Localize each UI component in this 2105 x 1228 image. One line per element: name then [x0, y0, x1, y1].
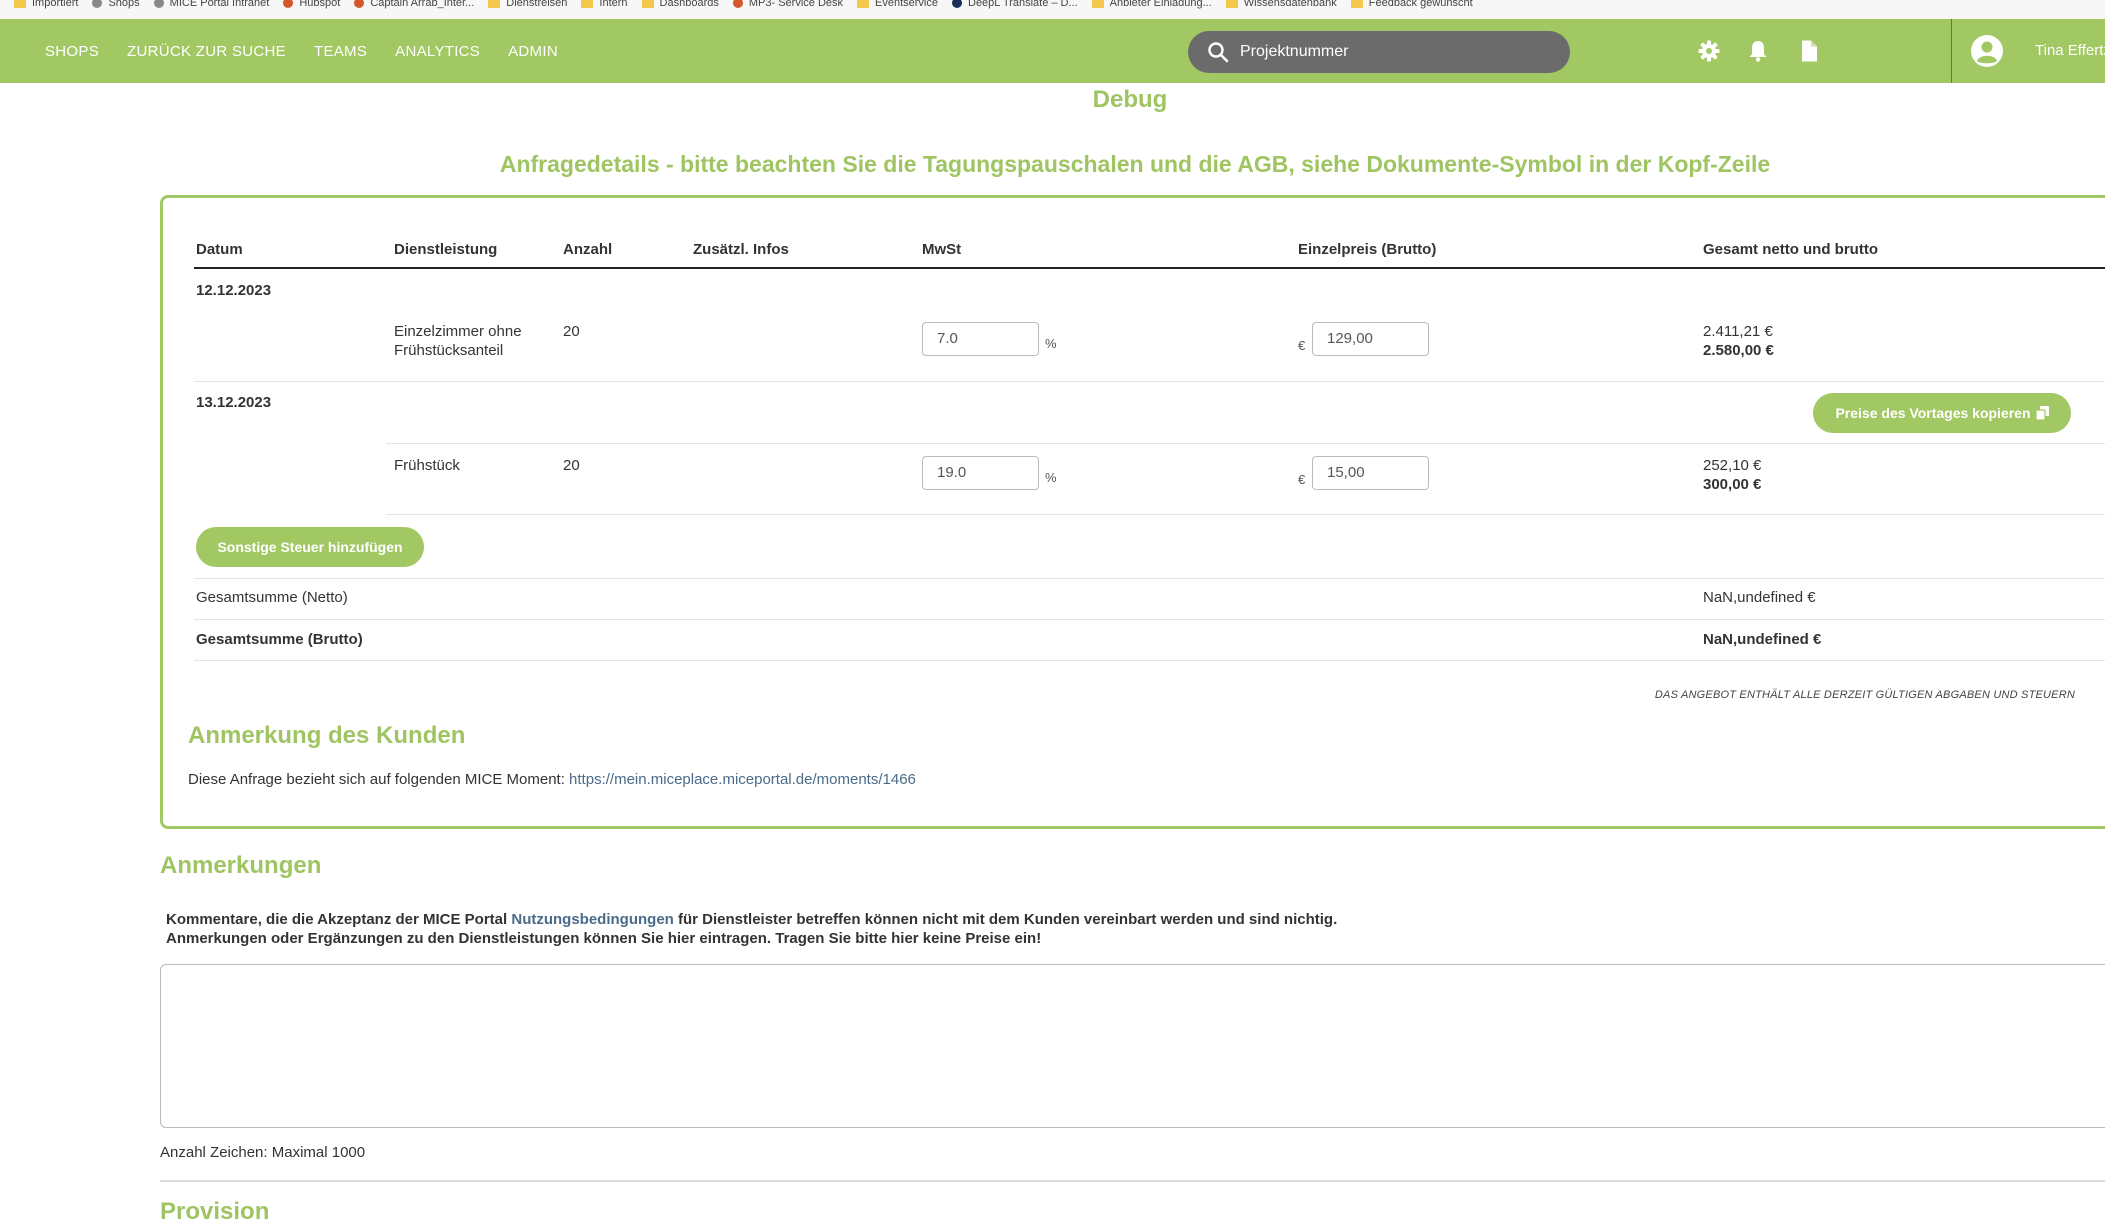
- service-count: 20: [563, 457, 580, 474]
- col-header-anzahl: Anzahl: [563, 241, 613, 258]
- gear-icon[interactable]: [1697, 39, 1721, 63]
- remarks-textarea[interactable]: [160, 964, 2105, 1128]
- remarks-terms-notice: Kommentare, die die Akzeptanz der MICE P…: [166, 911, 1338, 928]
- deepl-icon: [952, 0, 962, 8]
- currency-unit: €: [1298, 338, 1306, 353]
- customer-note-text: Diese Anfrage bezieht sich auf folgenden…: [188, 771, 916, 788]
- nav-link-admin[interactable]: ADMIN: [508, 43, 558, 60]
- site-icon: [153, 0, 164, 8]
- bookmark-item[interactable]: Hubspot: [283, 0, 340, 9]
- row-divider: [194, 660, 2105, 661]
- user-avatar-icon[interactable]: [1970, 34, 2004, 68]
- bookmark-item[interactable]: DeepL Translate – D...: [952, 0, 1078, 9]
- bookmark-item[interactable]: Importiert: [14, 0, 78, 9]
- add-other-tax-button[interactable]: Sonstige Steuer hinzufügen: [196, 527, 424, 567]
- bookmark-item[interactable]: Captain Arrab_Inter...: [354, 0, 474, 9]
- hubspot-icon: [283, 0, 294, 8]
- sum-brutto-label: Gesamtsumme (Brutto): [196, 631, 363, 648]
- bookmark-item[interactable]: Intern: [581, 0, 628, 9]
- bookmark-item[interactable]: Feedback gewünscht: [1350, 0, 1473, 9]
- col-header-dienstleistung: Dienstleistung: [394, 241, 498, 258]
- nav-link-shops[interactable]: SHOPS: [45, 43, 99, 60]
- bookmark-item[interactable]: Anbieter Einladung...: [1091, 0, 1212, 9]
- service-count: 20: [563, 323, 580, 340]
- sum-netto-label: Gesamtsumme (Netto): [196, 589, 348, 606]
- page-title: Anfragedetails - bitte beachten Sie die …: [499, 151, 1771, 177]
- day-date: 12.12.2023: [196, 282, 272, 299]
- char-limit-hint: Anzahl Zeichen: Maximal 1000: [160, 1144, 366, 1161]
- section-divider: [160, 1180, 2105, 1182]
- table-header-divider: [194, 267, 2105, 269]
- bookmark-item[interactable]: Dashboards: [641, 0, 719, 9]
- bookmark-item[interactable]: MP3- Service Desk: [732, 0, 843, 9]
- user-name[interactable]: Tina Effertz: [2035, 42, 2105, 59]
- bookmark-item[interactable]: MICE Portal Intranet: [153, 0, 269, 9]
- tax-note: DAS ANGEBOT ENTHÄLT ALLE DERZEIT GÜLTIGE…: [1654, 689, 2075, 701]
- total-brutto: 300,00 €: [1703, 476, 1762, 493]
- folder-icon: [1350, 0, 1363, 8]
- price-input[interactable]: 129,00: [1312, 322, 1429, 356]
- copy-icon: [2035, 406, 2049, 420]
- percent-unit: %: [1045, 336, 1057, 351]
- bell-icon[interactable]: [1746, 39, 1770, 63]
- search-input[interactable]: Projektnummer: [1240, 43, 1348, 61]
- col-header-einzelpreis: Einzelpreis (Brutto): [1298, 241, 1437, 258]
- bookmark-item[interactable]: Wissensdatenbank: [1225, 0, 1337, 9]
- day-date: 13.12.2023: [196, 394, 272, 411]
- row-divider: [194, 381, 2105, 382]
- total-brutto: 2.580,00 €: [1703, 342, 1774, 359]
- debug-label: Debug: [1092, 86, 1168, 113]
- nav-links: SHOPS ZURÜCK ZUR SUCHE TEAMS ANALYTICS A…: [45, 43, 586, 60]
- service-name-line2: Frühstücksanteil: [394, 342, 504, 359]
- site-icon: [92, 0, 103, 8]
- row-divider: [386, 514, 2105, 515]
- search-icon: [1208, 42, 1229, 63]
- nav-link-teams[interactable]: TEAMS: [314, 43, 367, 60]
- site-icon: [732, 0, 743, 8]
- col-header-infos: Zusätzl. Infos: [693, 241, 789, 258]
- nav-separator: [1951, 19, 1952, 83]
- sum-brutto-value: NaN,undefined €: [1703, 631, 1822, 648]
- remarks-heading: Anmerkungen: [160, 852, 322, 879]
- service-name-line1: Frühstück: [394, 457, 460, 474]
- terms-of-use-link[interactable]: Nutzungsbedingungen: [511, 911, 673, 928]
- document-icon[interactable]: [1797, 39, 1821, 63]
- bookmarks-bar: Importiert Shops MICE Portal Intranet Hu…: [0, 0, 2105, 19]
- price-input[interactable]: 15,00: [1312, 456, 1429, 490]
- currency-unit: €: [1298, 472, 1306, 487]
- col-header-gesamt: Gesamt netto und brutto: [1703, 241, 1878, 258]
- row-divider: [194, 619, 2105, 620]
- total-netto: 252,10 €: [1703, 457, 1762, 474]
- remarks-instruction: Anmerkungen oder Ergänzungen zu den Dien…: [166, 930, 1042, 947]
- folder-icon: [581, 0, 594, 8]
- col-header-mwst: MwSt: [922, 241, 962, 258]
- customer-note-heading: Anmerkung des Kunden: [188, 722, 466, 749]
- folder-icon: [14, 0, 26, 8]
- nav-link-analytics[interactable]: ANALYTICS: [395, 43, 480, 60]
- copy-previous-day-prices-button[interactable]: Preise des Vortages kopieren: [1813, 393, 2071, 433]
- col-header-datum: Datum: [196, 241, 243, 258]
- nav-link-back-to-search[interactable]: ZURÜCK ZUR SUCHE: [127, 43, 286, 60]
- row-divider: [386, 443, 2105, 444]
- top-navbar: SHOPS ZURÜCK ZUR SUCHE TEAMS ANALYTICS A…: [0, 19, 2105, 83]
- bookmark-item[interactable]: Shops: [92, 0, 140, 9]
- folder-icon: [1091, 0, 1104, 8]
- mice-moment-link[interactable]: https://mein.miceplace.miceportal.de/mom…: [569, 771, 916, 788]
- mwst-input[interactable]: 7.0: [922, 322, 1039, 356]
- folder-icon: [1225, 0, 1238, 8]
- sum-netto-value: NaN,undefined €: [1703, 589, 1816, 606]
- percent-unit: %: [1045, 470, 1057, 485]
- folder-icon: [641, 0, 654, 8]
- service-name-line1: Einzelzimmer ohne: [394, 323, 522, 340]
- row-divider: [194, 578, 2105, 579]
- search-box[interactable]: Projektnummer: [1188, 31, 1570, 73]
- total-netto: 2.411,21 €: [1703, 323, 1773, 340]
- bookmark-item[interactable]: Eventservice: [857, 0, 938, 9]
- folder-icon: [488, 0, 501, 8]
- bookmark-item[interactable]: Dienstreisen: [488, 0, 567, 9]
- provision-heading: Provision: [160, 1198, 270, 1225]
- mwst-input[interactable]: 19.0: [922, 456, 1039, 490]
- folder-icon: [857, 0, 870, 8]
- site-icon: [354, 0, 365, 8]
